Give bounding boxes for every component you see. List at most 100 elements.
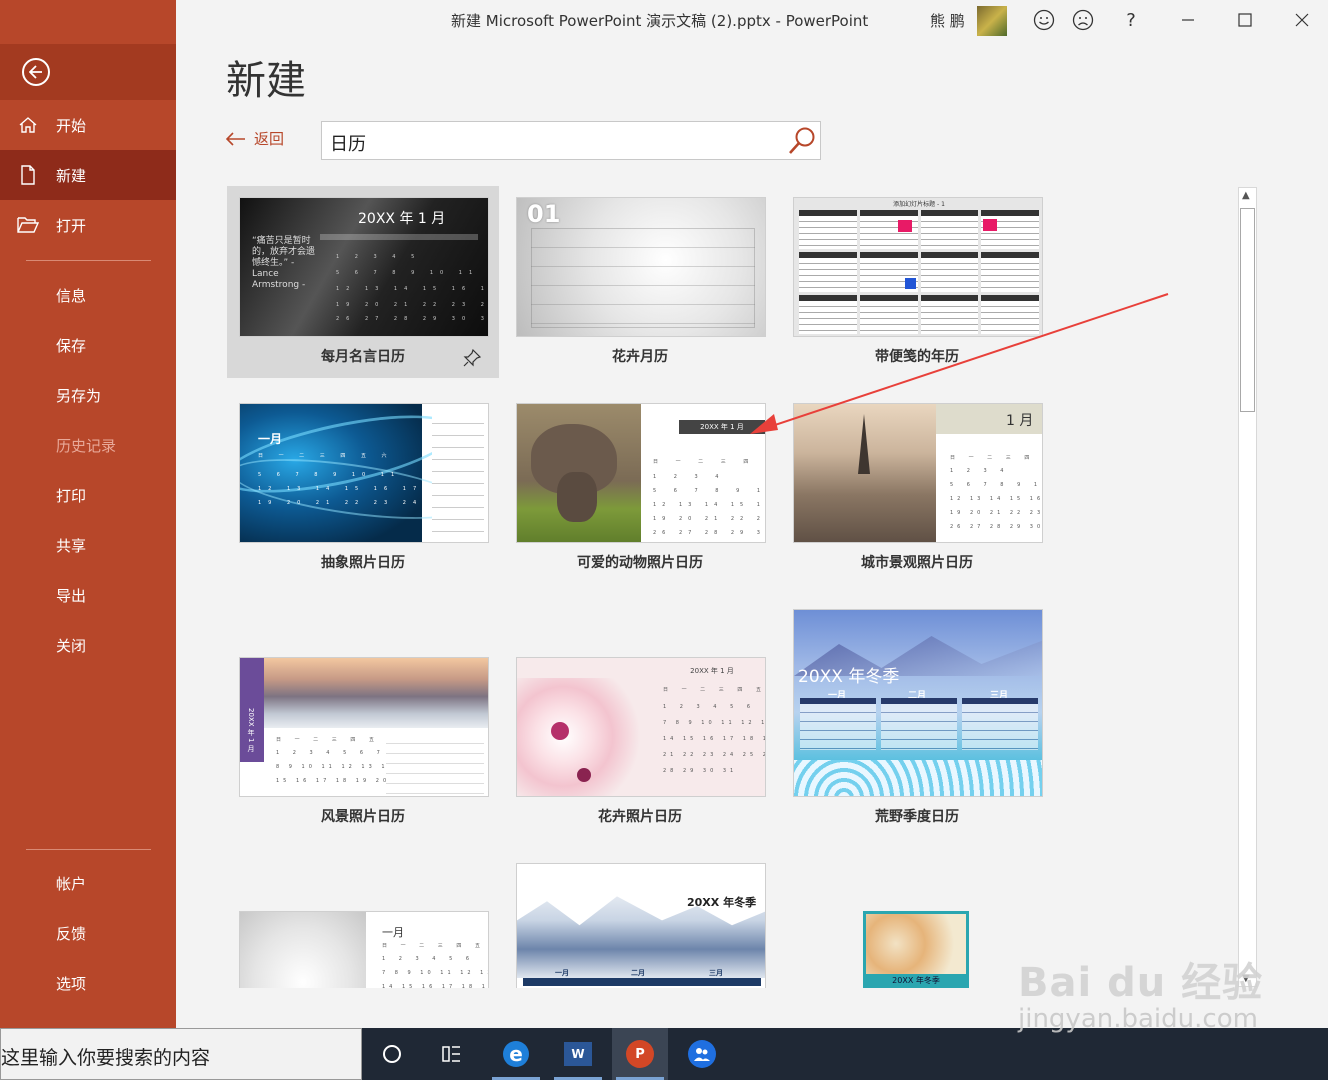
nav-feedback[interactable]: 反馈 — [0, 908, 176, 958]
scroll-thumb[interactable] — [1240, 208, 1255, 412]
frown-icon[interactable] — [1071, 8, 1095, 32]
template-tile[interactable]: 20XX 年 1 月 日 一 二 三 四 五 六 1 2 3 4 5 6 7 8… — [227, 646, 499, 836]
thumb-month-grid — [800, 698, 876, 750]
nav-print-label: 打印 — [56, 486, 87, 505]
search-input[interactable]: 日历 — [330, 130, 366, 156]
thumb-coral — [794, 760, 1042, 796]
template-thumbnail: 01 — [516, 197, 766, 337]
people-icon[interactable] — [674, 1028, 730, 1080]
template-name: 可爱的动物照片日历 — [577, 555, 703, 571]
nav-close[interactable]: 关闭 — [0, 620, 176, 670]
thumb-month-grid — [881, 698, 957, 750]
template-tile[interactable]: 01 花卉月历 — [504, 186, 776, 378]
thumb-photo: 一月 日 一 二 三 四 五 六 5 6 7 8 9 10 11 12 13 1… — [240, 404, 473, 542]
nav-options[interactable]: 选项 — [0, 958, 176, 1008]
user-name[interactable]: 熊 鹏 — [930, 10, 965, 31]
thumb-month-label: 二月 — [631, 969, 645, 977]
annotation-arrow — [750, 293, 1169, 434]
avatar[interactable] — [977, 6, 1007, 36]
nav-open[interactable]: 打开 — [0, 200, 176, 250]
edge-icon[interactable]: e — [488, 1028, 544, 1080]
task-view-icon[interactable] — [424, 1028, 480, 1080]
nav-print[interactable]: 打印 — [0, 470, 176, 520]
template-thumbnail: 一月 日 一 二 三 四 五 六 1 2 3 4 5 6 7 8 9 10 11… — [239, 911, 489, 988]
word-icon[interactable]: W — [550, 1028, 606, 1080]
powerpoint-backstage: 开始 新建 打开 信息 保存 另存为 历史记录 打印 共享 导出 关闭 帐户 反… — [0, 0, 1328, 1080]
thumb-landscape-photo — [240, 658, 488, 728]
template-tile[interactable]: 一月 日 一 二 三 四 五 六 5 6 7 8 9 10 11 12 13 1… — [227, 392, 499, 582]
nav-info-label: 信息 — [56, 286, 87, 305]
thumb-notes-lines — [432, 412, 484, 538]
template-name: 风景照片日历 — [321, 809, 405, 825]
nav-home[interactable]: 开始 — [0, 100, 176, 150]
thumb-title: 添加幻灯片标题 - 1 — [893, 201, 945, 208]
nav-feedback-label: 反馈 — [56, 924, 87, 943]
thumb-title: 一月 — [258, 432, 283, 446]
nav-share[interactable]: 共享 — [0, 520, 176, 570]
nav-info[interactable]: 信息 — [0, 270, 176, 320]
windows-taskbar: 这里输入你要搜索的内容 e W P — [0, 1028, 1328, 1080]
thumb-flower-photo — [517, 678, 647, 796]
nav-save-as[interactable]: 另存为 — [0, 370, 176, 420]
template-name: 每月名言日历 — [321, 349, 405, 365]
back-link-label: 返回 — [254, 130, 285, 148]
back-link[interactable]: 返回 — [226, 128, 284, 149]
nav-save-as-label: 另存为 — [56, 386, 102, 405]
nav-new[interactable]: 新建 — [0, 150, 176, 200]
template-tile[interactable]: 20XX 年冬季 一月 二月 三月 — [504, 852, 776, 988]
template-name: 抽象照片日历 — [321, 555, 405, 571]
powerpoint-icon[interactable]: P — [612, 1028, 668, 1080]
template-name: 荒野季度日历 — [875, 809, 959, 825]
help-label: ? — [1126, 9, 1136, 31]
template-tile[interactable]: 20XX 年 1 月 日 一 二 三 四 五 六 1 2 3 4 5 6 7 8… — [504, 392, 776, 582]
gallery-scrollbar[interactable]: ▲ ▼ — [1238, 187, 1257, 987]
search-icon[interactable] — [786, 125, 818, 157]
thumb-elephant-photo — [517, 404, 641, 542]
watermark-logo: Bai du 经验 — [1018, 960, 1264, 1006]
template-thumbnail: 20XX 年 1 月 “痛苦只是暂时的，放弃才会遗憾终生。” - Lance A… — [239, 197, 489, 337]
backstage-sidebar: 开始 新建 打开 信息 保存 另存为 历史记录 打印 共享 导出 关闭 帐户 反… — [0, 0, 176, 1028]
taskbar-search-placeholder: 这里输入你要搜索的内容 — [1, 1047, 211, 1069]
nav-export[interactable]: 导出 — [0, 570, 176, 620]
template-name: 花卉月历 — [612, 349, 668, 365]
page-title: 新建 — [226, 58, 306, 104]
nav-options-label: 选项 — [56, 974, 87, 993]
close-icon[interactable] — [1290, 8, 1314, 32]
back-button[interactable] — [0, 44, 176, 100]
taskbar-search-box[interactable]: 这里输入你要搜索的内容 — [0, 1028, 362, 1080]
sidebar-divider — [26, 260, 151, 261]
template-name: 花卉照片日历 — [598, 809, 682, 825]
template-tile[interactable]: 20XX 年冬季 一月 二月 三月 荒野季度日历 — [781, 598, 1053, 836]
maximize-icon[interactable] — [1233, 8, 1257, 32]
thumb-title: 01 — [527, 200, 561, 228]
smile-icon[interactable] — [1032, 8, 1056, 32]
window-title: 新建 Microsoft PowerPoint 演示文稿 (2).pptx - … — [451, 12, 869, 30]
thumb-title: 20XX 年 1 月 — [690, 667, 734, 675]
nav-account[interactable]: 帐户 — [0, 858, 176, 908]
template-name: 城市景观照片日历 — [861, 555, 973, 571]
cortana-icon[interactable] — [364, 1028, 420, 1080]
thumb-calendar-grid — [531, 228, 755, 328]
help-icon[interactable]: ? — [1119, 8, 1143, 32]
nav-save[interactable]: 保存 — [0, 320, 176, 370]
scroll-up-icon[interactable]: ▲ — [1242, 190, 1250, 201]
thumb-month-label: 一月 — [555, 969, 569, 977]
thumb-title: 20XX 年冬季 — [866, 974, 966, 988]
thumb-notes-lines — [386, 734, 484, 794]
template-thumbnail: 20XX 年 1 月 日 一 二 三 四 五 六 1 2 3 4 5 6 7 8… — [239, 657, 489, 797]
back-arrow-icon — [22, 58, 50, 86]
title-bar: 新建 Microsoft PowerPoint 演示文稿 (2).pptx - … — [176, 0, 1328, 40]
thumb-title: 20XX 年冬季 — [798, 667, 900, 687]
minimize-icon[interactable] — [1176, 8, 1200, 32]
template-search-box[interactable]: 日历 — [321, 121, 821, 160]
pin-icon[interactable] — [463, 348, 482, 371]
thumb-quote: “痛苦只是暂时的，放弃才会遗憾终生。” - Lance Armstrong - — [252, 236, 316, 290]
template-tile[interactable]: 20XX 年冬季 — [781, 900, 1053, 988]
template-tile[interactable]: 20XX 年 1 月 “痛苦只是暂时的，放弃才会遗憾终生。” - Lance A… — [227, 186, 499, 378]
template-tile[interactable]: 20XX 年 1 月 日 一 二 三 四 五 六 1 2 3 4 5 6 7 8… — [504, 646, 776, 836]
template-thumbnail: 20XX 年 1 月 日 一 二 三 四 五 六 1 2 3 4 5 6 7 8… — [516, 403, 766, 543]
thumb-header-bar — [320, 234, 478, 240]
nav-save-label: 保存 — [56, 336, 87, 355]
template-thumbnail: 一月 日 一 二 三 四 五 六 5 6 7 8 9 10 11 12 13 1… — [239, 403, 489, 543]
template-tile[interactable]: 一月 日 一 二 三 四 五 六 1 2 3 4 5 6 7 8 9 10 11… — [227, 900, 499, 988]
